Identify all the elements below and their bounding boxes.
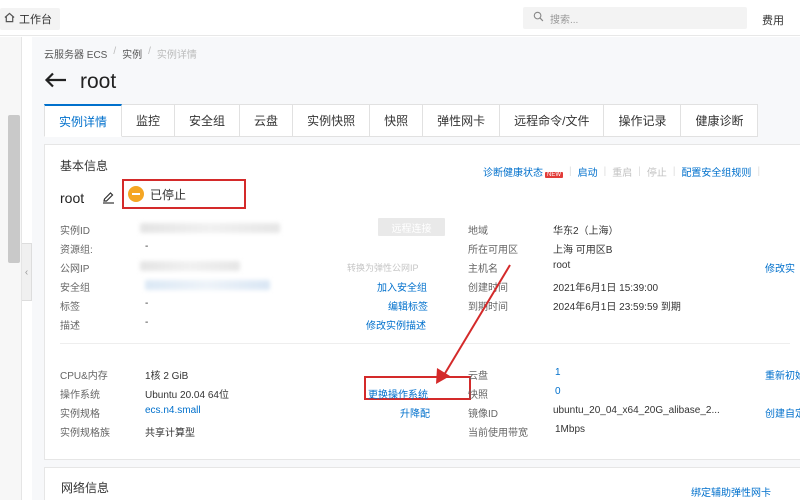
workbench-label: 工作台 <box>19 14 52 26</box>
scrollbar-thumb[interactable] <box>8 115 20 263</box>
tab-monitoring[interactable]: 监控 <box>122 104 176 137</box>
zone-label: 所在可用区 <box>468 245 518 256</box>
workbench-button[interactable]: 工作台 <box>0 8 60 30</box>
search-icon <box>533 11 544 25</box>
image-id-label: 镜像ID <box>468 409 498 420</box>
network-info-heading: 网络信息 <box>61 481 110 495</box>
description-label: 描述 <box>60 321 80 332</box>
page-title: root <box>80 70 117 93</box>
reinit-disk-link[interactable]: 重新初始 <box>765 367 800 382</box>
upgrade-downgrade-link[interactable]: 升降配 <box>400 405 430 420</box>
public-ip-blurred <box>140 261 240 271</box>
zone-value: 上海 可用区B <box>553 245 613 256</box>
resource-group-label: 资源组: <box>60 245 93 256</box>
tab-operation-logs[interactable]: 操作记录 <box>604 104 682 137</box>
description-value: - <box>145 317 149 328</box>
collapse-sidebar-button[interactable]: ‹ <box>22 243 32 301</box>
instance-status: 已停止 <box>150 187 187 202</box>
config-security-group-link[interactable]: 配置安全组规则 <box>681 164 751 179</box>
instance-name: root <box>60 190 85 206</box>
basic-info-card: 基本信息 诊断健康状态 NEW | 启动 | 重启 | 停止 | 配置安全组规则 … <box>44 144 800 460</box>
stop-link: 停止 <box>646 168 667 179</box>
breadcrumb-separator: / <box>148 46 151 57</box>
stopped-status-icon <box>128 186 144 202</box>
disk-count-link[interactable]: 1 <box>555 367 561 378</box>
breadcrumb-ecs[interactable]: 云服务器 ECS <box>44 46 107 61</box>
instance-type-value[interactable]: ecs.n4.small <box>145 405 201 416</box>
bandwidth-label: 当前使用带宽 <box>468 428 528 439</box>
home-icon <box>4 12 15 26</box>
network-info-card: 网络信息 绑定辅助弹性网卡 <box>44 467 800 500</box>
chevron-left-icon: ‹ <box>24 266 29 278</box>
tab-instance-snapshots[interactable]: 实例快照 <box>293 104 371 137</box>
cpu-memory-value: 1核 2 GiB <box>145 371 189 382</box>
instance-family-value: 共享计算型 <box>145 428 195 439</box>
section-divider <box>60 343 790 344</box>
tab-instance-details[interactable]: 实例详情 <box>44 104 123 137</box>
snapshot-label: 快照 <box>468 390 488 401</box>
tab-health-diagnosis[interactable]: 健康诊断 <box>681 104 759 137</box>
region-label: 地域 <box>468 226 488 237</box>
search-input[interactable]: 搜索... <box>523 7 747 29</box>
snapshot-count-link[interactable]: 0 <box>555 386 561 397</box>
os-value: Ubuntu 20.04 64位 <box>145 390 229 401</box>
top-bar: 工作台 搜索... 费用 <box>0 0 800 36</box>
security-group-blurred[interactable] <box>145 280 270 290</box>
edit-tags-link[interactable]: 编辑标签 <box>388 298 428 313</box>
breadcrumb-current: 实例详情 <box>156 50 197 61</box>
add-security-group-link[interactable]: 加入安全组 <box>377 279 427 294</box>
fee-menu[interactable]: 费用 <box>762 12 784 28</box>
restart-link: 重启 <box>612 168 633 179</box>
bind-eni-link[interactable]: 绑定辅助弹性网卡 <box>691 484 771 499</box>
expires-value: 2024年6月1日 23:59:59 到期 <box>553 302 681 313</box>
back-arrow-icon[interactable] <box>44 69 68 95</box>
instance-actions: 诊断健康状态 NEW | 启动 | 重启 | 停止 | 配置安全组规则 | <box>483 164 761 179</box>
breadcrumb: 云服务器 ECS / 实例 / 实例详情 <box>44 46 197 61</box>
tags-value: - <box>145 298 149 309</box>
region-value: 华东2（上海） <box>553 226 619 237</box>
tab-snapshots[interactable]: 快照 <box>370 104 424 137</box>
start-link[interactable]: 启动 <box>578 164 598 179</box>
bandwidth-value: 1Mbps <box>555 424 586 435</box>
os-label: 操作系统 <box>60 390 100 401</box>
created-label: 创建时间 <box>468 283 508 294</box>
diagnose-health-link[interactable]: 诊断健康状态 NEW <box>483 164 563 179</box>
modify-hostname-link[interactable]: 修改实 <box>765 260 795 275</box>
create-custom-image-link[interactable]: 创建自定 <box>765 405 800 420</box>
hostname-label: 主机名 <box>468 264 498 275</box>
cpu-memory-label: CPU&内存 <box>60 371 108 382</box>
search-placeholder: 搜索... <box>550 14 579 26</box>
disk-label: 云盘 <box>468 371 488 382</box>
side-nav-strip <box>0 37 22 500</box>
security-group-label: 安全组 <box>60 283 90 294</box>
instance-id-blurred <box>140 223 280 233</box>
instance-family-label: 实例规格族 <box>60 428 110 439</box>
basic-info-heading: 基本信息 <box>60 159 109 173</box>
tab-remote-commands[interactable]: 远程命令/文件 <box>500 104 605 137</box>
new-badge: NEW <box>545 172 563 178</box>
main-content: 云服务器 ECS / 实例 / 实例详情 root 实例详情 监控 安全组 云盘… <box>32 37 800 500</box>
hostname-value: root <box>553 260 571 271</box>
remote-connect-button: 远程连接 <box>378 218 445 236</box>
edit-description-link[interactable]: 修改实例描述 <box>366 317 426 332</box>
public-ip-label: 公网IP <box>60 264 90 275</box>
instance-id-label: 实例ID <box>60 226 90 237</box>
status-highlight-box: 已停止 <box>122 179 246 209</box>
breadcrumb-instances[interactable]: 实例 <box>122 46 142 61</box>
tab-disks[interactable]: 云盘 <box>240 104 294 137</box>
instance-type-label: 实例规格 <box>60 409 100 420</box>
tab-bar: 实例详情 监控 安全组 云盘 实例快照 快照 弹性网卡 远程命令/文件 操作记录… <box>44 104 759 137</box>
tab-eni[interactable]: 弹性网卡 <box>423 104 501 137</box>
convert-eip-link: 转换为弹性公网IP <box>347 263 419 273</box>
tags-label: 标签 <box>60 302 80 313</box>
edit-pencil-icon[interactable] <box>102 191 115 207</box>
breadcrumb-separator: / <box>113 46 117 57</box>
tab-security-groups[interactable]: 安全组 <box>175 104 241 137</box>
created-value: 2021年6月1日 15:39:00 <box>553 283 659 294</box>
change-os-link[interactable]: 更换操作系统 <box>368 386 428 401</box>
image-id-value: ubuntu_20_04_x64_20G_alibase_2... <box>553 405 720 416</box>
resource-group-value: - <box>145 241 149 252</box>
expires-label: 到期时间 <box>468 302 508 313</box>
